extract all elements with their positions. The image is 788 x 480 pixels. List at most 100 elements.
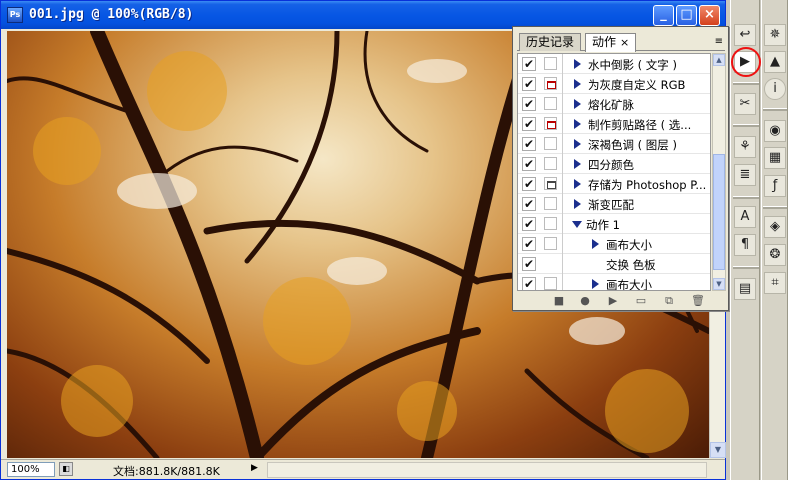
highlight-circle-annotation: [731, 47, 761, 77]
toggle-checkbox[interactable]: ✔: [522, 197, 536, 211]
expand-triangle-icon[interactable]: [574, 59, 581, 69]
navigator-preview-icon[interactable]: ◧: [59, 462, 73, 476]
play-icon[interactable]: ▶: [607, 295, 619, 307]
swatches-icon[interactable]: ▦: [764, 147, 786, 169]
new-action-icon[interactable]: ⧉: [663, 295, 675, 307]
action-row[interactable]: ✔ 制作剪贴路径 ( 选...: [518, 114, 710, 134]
action-row[interactable]: ✔ 水中倒影 ( 文字 ): [518, 54, 710, 74]
scroll-up-icon[interactable]: ▲: [713, 54, 725, 66]
stamp-icon[interactable]: ≣: [734, 164, 756, 186]
action-row[interactable]: ✔ 四分颜色: [518, 154, 710, 174]
expand-triangle-icon[interactable]: [574, 159, 581, 169]
action-row[interactable]: ✔ 交换 色板: [518, 254, 710, 274]
history-brush-icon[interactable]: ↩: [734, 24, 756, 46]
dialog-toggle-icon[interactable]: [544, 157, 557, 170]
panel-tabs: 历史记录 动作 × ≡: [517, 31, 725, 52]
channels-icon[interactable]: ❂: [764, 244, 786, 266]
color-icon[interactable]: ◉: [764, 120, 786, 142]
expand-triangle-icon[interactable]: [574, 179, 581, 189]
histogram-icon[interactable]: ▲: [764, 51, 786, 73]
toggle-checkbox[interactable]: ✔: [522, 57, 536, 71]
tab-close-icon[interactable]: ×: [620, 36, 629, 49]
action-row[interactable]: ✔ 为灰度自定义 RGB: [518, 74, 710, 94]
stop-icon[interactable]: ■: [553, 295, 565, 307]
toggle-checkbox[interactable]: ✔: [522, 157, 536, 171]
tab-history[interactable]: 历史记录: [519, 33, 582, 51]
column-separator: [562, 214, 563, 234]
dialog-toggle-icon[interactable]: [544, 97, 557, 110]
scroll-thumb[interactable]: [713, 154, 725, 270]
actions-panel: 历史记录 动作 × ≡ ✔ 水中倒影 ( 文字 ) ✔ 为灰度自定义 RGB ✔ 熔化矿脉 ✔…: [512, 26, 729, 311]
clone-source-icon[interactable]: ⚘: [734, 136, 756, 158]
maximize-button[interactable]: □: [676, 5, 697, 26]
action-row[interactable]: ✔ 存储为 Photoshop P...: [518, 174, 710, 194]
status-menu-arrow-icon[interactable]: ▶: [251, 463, 258, 473]
dialog-toggle-icon[interactable]: [544, 77, 557, 90]
strip-divider: [763, 206, 787, 209]
paths-icon[interactable]: ⌗: [764, 272, 786, 294]
column-separator: [562, 134, 563, 154]
tab-actions[interactable]: 动作 ×: [585, 33, 637, 52]
strip-divider: [733, 124, 759, 127]
expand-triangle-icon[interactable]: [574, 119, 581, 129]
layers-icon[interactable]: ◈: [764, 216, 786, 238]
toggle-checkbox[interactable]: ✔: [522, 177, 536, 191]
action-row[interactable]: ✔ 熔化矿脉: [518, 94, 710, 114]
navigator-icon[interactable]: ✵: [764, 24, 786, 46]
action-label: 画布大小: [606, 278, 652, 291]
scroll-down-icon[interactable]: ▼: [713, 278, 725, 290]
document-title-bar[interactable]: Ps 001.jpg @ 100%(RGB/8) _ □ ×: [1, 1, 725, 29]
action-row[interactable]: ✔ 渐变匹配: [518, 194, 710, 214]
paragraph-icon[interactable]: ¶: [734, 234, 756, 256]
toggle-checkbox[interactable]: ✔: [522, 257, 536, 271]
dialog-toggle-icon[interactable]: [544, 137, 557, 150]
record-icon[interactable]: ●: [579, 295, 591, 307]
dialog-toggle-icon[interactable]: [544, 57, 557, 70]
character-icon[interactable]: A: [734, 206, 756, 228]
toggle-checkbox[interactable]: ✔: [522, 217, 536, 231]
minimize-button[interactable]: _: [653, 5, 674, 26]
toggle-checkbox[interactable]: ✔: [522, 77, 536, 91]
toggle-checkbox[interactable]: ✔: [522, 277, 536, 290]
info-icon[interactable]: i: [764, 78, 786, 100]
close-button[interactable]: ×: [699, 5, 720, 26]
toggle-checkbox[interactable]: ✔: [522, 117, 536, 131]
dialog-toggle-icon[interactable]: [544, 277, 557, 290]
expand-triangle-icon[interactable]: [592, 279, 599, 289]
tool-presets-icon[interactable]: ✂: [734, 93, 756, 115]
dialog-toggle-icon[interactable]: [544, 117, 557, 130]
trash-icon[interactable]: 🗑: [691, 295, 705, 307]
scroll-down-icon[interactable]: ▼: [710, 442, 726, 458]
panel-menu-icon[interactable]: ≡: [715, 37, 723, 47]
expand-triangle-icon[interactable]: [592, 239, 599, 249]
toggle-checkbox[interactable]: ✔: [522, 97, 536, 111]
toggle-checkbox[interactable]: ✔: [522, 137, 536, 151]
action-label: 渐变匹配: [588, 198, 634, 212]
dialog-toggle-icon[interactable]: [544, 217, 557, 230]
expand-triangle-icon[interactable]: [574, 79, 581, 89]
strip-divider: [733, 196, 759, 199]
expand-triangle-icon[interactable]: [574, 139, 581, 149]
collapse-triangle-icon[interactable]: [572, 221, 582, 228]
dialog-toggle-icon[interactable]: [544, 237, 557, 250]
document-size-info: 文档:881.8K/881.8K: [113, 465, 220, 478]
dialog-toggle-icon[interactable]: [544, 197, 557, 210]
actions-list: ✔ 水中倒影 ( 文字 ) ✔ 为灰度自定义 RGB ✔ 熔化矿脉 ✔ 制作剪贴路径 ( 选.…: [517, 53, 711, 291]
actions-list-scrollbar[interactable]: ▲ ▼: [712, 53, 726, 291]
action-row[interactable]: ✔ 画布大小: [518, 274, 710, 291]
action-row[interactable]: ✔ 动作 1: [518, 214, 710, 234]
notes-icon[interactable]: ▤: [734, 278, 756, 300]
horizontal-scrollbar[interactable]: [267, 462, 707, 478]
styles-icon[interactable]: ƒ: [764, 175, 786, 197]
action-row[interactable]: ✔ 画布大小: [518, 234, 710, 254]
expand-triangle-icon[interactable]: [574, 199, 581, 209]
expand-triangle-icon[interactable]: [574, 99, 581, 109]
column-separator: [562, 234, 563, 254]
toggle-checkbox[interactable]: ✔: [522, 237, 536, 251]
new-set-icon[interactable]: ▭: [635, 295, 647, 307]
action-row[interactable]: ✔ 深褐色调 ( 图层 ): [518, 134, 710, 154]
collapsed-panels-strip-2: ✵ ▲ i ◉ ▦ ƒ ◈ ❂ ⌗: [761, 0, 788, 480]
zoom-field[interactable]: 100%: [7, 462, 55, 477]
dialog-toggle-icon[interactable]: [544, 177, 557, 190]
column-separator: [562, 114, 563, 134]
